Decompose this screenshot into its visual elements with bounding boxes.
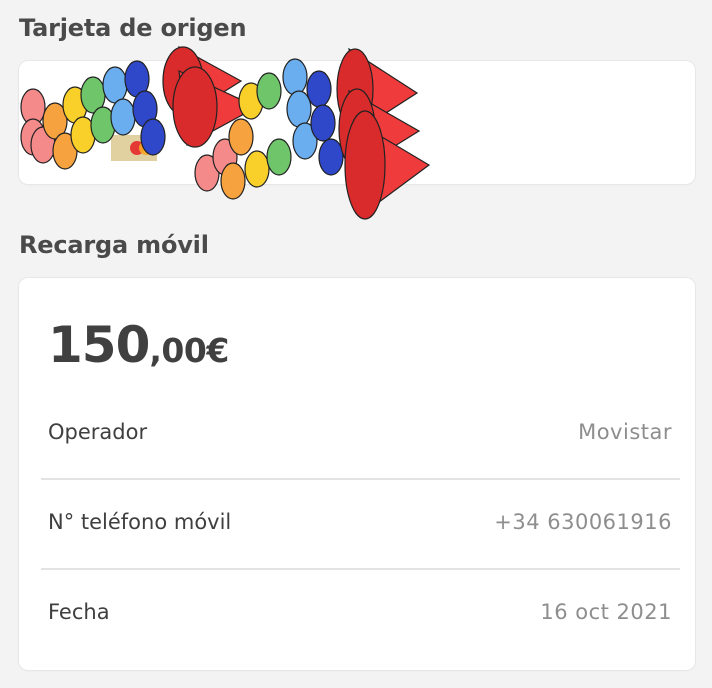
operator-value: Movistar — [578, 420, 672, 444]
detail-row-operator: Operador Movistar — [41, 390, 680, 480]
phone-label: N° teléfono móvil — [48, 510, 232, 534]
section-title-origin-card: Tarjeta de origen — [19, 14, 247, 42]
date-label: Fecha — [48, 600, 110, 624]
phone-value: +34 630061916 — [494, 510, 672, 534]
recharge-amount: 150,00€ — [48, 316, 229, 374]
section-title-mobile-recharge: Recarga móvil — [19, 231, 209, 259]
amount-integer: 150 — [48, 316, 150, 374]
decorative-sticker-overlay — [20, 45, 431, 220]
amount-decimal: ,00€ — [149, 331, 229, 370]
date-value: 16 oct 2021 — [540, 600, 672, 624]
recharge-details-card: 150,00€ Operador Movistar N° teléfono mó… — [19, 278, 695, 670]
detail-row-phone: N° teléfono móvil +34 630061916 — [41, 480, 680, 570]
detail-row-date: Fecha 16 oct 2021 — [41, 570, 680, 660]
operator-label: Operador — [48, 420, 148, 444]
origin-card-panel[interactable] — [19, 45, 695, 220]
